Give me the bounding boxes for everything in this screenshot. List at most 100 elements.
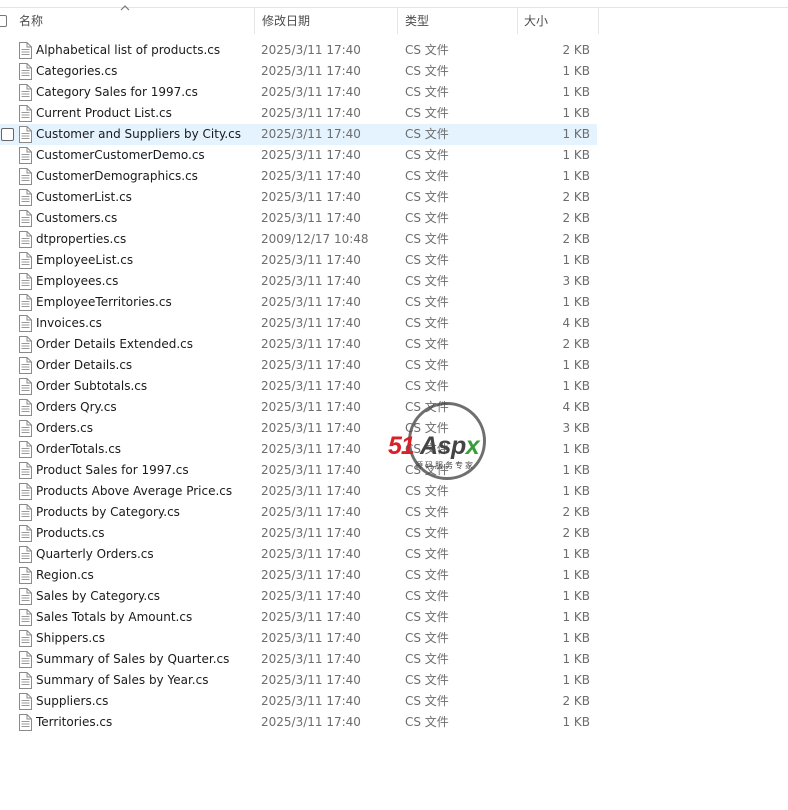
- file-row[interactable]: Region.cs 2025/3/11 17:40 CS 文件 1 KB: [0, 565, 597, 586]
- column-resize-handle[interactable]: [397, 8, 398, 34]
- cs-file-icon: [18, 189, 32, 206]
- file-row[interactable]: Customers.cs 2025/3/11 17:40 CS 文件 2 KB: [0, 208, 597, 229]
- file-row[interactable]: Invoices.cs 2025/3/11 17:40 CS 文件 4 KB: [0, 313, 597, 334]
- file-size: 1 KB: [562, 484, 590, 498]
- file-name: Product Sales for 1997.cs: [36, 463, 189, 477]
- file-row[interactable]: Quarterly Orders.cs 2025/3/11 17:40 CS 文件 1…: [0, 544, 597, 565]
- file-name: CustomerCustomerDemo.cs: [36, 148, 205, 162]
- file-name: Suppliers.cs: [36, 694, 109, 708]
- file-row[interactable]: Shippers.cs 2025/3/11 17:40 CS 文件 1 KB: [0, 628, 597, 649]
- column-header-date[interactable]: 修改日期: [256, 8, 398, 34]
- file-type: CS 文件: [405, 295, 449, 309]
- file-name: Products.cs: [36, 526, 105, 540]
- file-type: CS 文件: [405, 610, 449, 624]
- file-type: CS 文件: [405, 253, 449, 267]
- file-type: CS 文件: [405, 568, 449, 582]
- file-row[interactable]: Products Above Average Price.cs 2025/3/11…: [0, 481, 597, 502]
- file-type: CS 文件: [405, 127, 449, 141]
- file-row[interactable]: EmployeeTerritories.cs 2025/3/11 17:40 CS …: [0, 292, 597, 313]
- file-size: 2 KB: [562, 526, 590, 540]
- column-resize-handle[interactable]: [254, 8, 255, 34]
- file-row[interactable]: OrderTotals.cs 2025/3/11 17:40 CS 文件 1 KB: [0, 439, 597, 460]
- file-modified-date: 2025/3/11 17:40: [261, 85, 361, 99]
- file-size: 1 KB: [562, 652, 590, 666]
- file-row[interactable]: Products by Category.cs 2025/3/11 17:40 CS…: [0, 502, 597, 523]
- file-name: CustomerList.cs: [36, 190, 132, 204]
- file-row[interactable]: Category Sales for 1997.cs 2025/3/11 17:4…: [0, 82, 597, 103]
- file-row[interactable]: Alphabetical list of products.cs 2025/3/1…: [0, 40, 597, 61]
- column-resize-handle[interactable]: [517, 8, 518, 34]
- cs-file-icon: [18, 672, 32, 689]
- file-row[interactable]: EmployeeList.cs 2025/3/11 17:40 CS 文件 1 KB: [0, 250, 597, 271]
- file-size: 2 KB: [562, 505, 590, 519]
- file-type: CS 文件: [405, 85, 449, 99]
- column-resize-handle[interactable]: [598, 8, 599, 34]
- file-row[interactable]: Suppliers.cs 2025/3/11 17:40 CS 文件 2 KB: [0, 691, 597, 712]
- file-type: CS 文件: [405, 547, 449, 561]
- column-header-size[interactable]: 大小: [519, 8, 599, 34]
- file-row[interactable]: CustomerCustomerDemo.cs 2025/3/11 17:40 CS…: [0, 145, 597, 166]
- column-header-name[interactable]: 名称: [0, 5, 255, 34]
- file-row[interactable]: Summary of Sales by Year.cs 2025/3/11 17:…: [0, 670, 597, 691]
- file-row[interactable]: Order Details Extended.cs 2025/3/11 17:40…: [0, 334, 597, 355]
- file-row[interactable]: Customer and Suppliers by City.cs 2025/3/…: [0, 124, 597, 145]
- file-type: CS 文件: [405, 715, 449, 729]
- file-modified-date: 2025/3/11 17:40: [261, 589, 361, 603]
- file-type: CS 文件: [405, 358, 449, 372]
- file-row[interactable]: Current Product List.cs 2025/3/11 17:40 CS…: [0, 103, 597, 124]
- file-modified-date: 2025/3/11 17:40: [261, 673, 361, 687]
- file-size: 1 KB: [562, 463, 590, 477]
- file-size: 1 KB: [562, 64, 590, 78]
- file-row[interactable]: Orders Qry.cs 2025/3/11 17:40 CS 文件 4 KB: [0, 397, 597, 418]
- file-row[interactable]: Employees.cs 2025/3/11 17:40 CS 文件 3 KB: [0, 271, 597, 292]
- file-modified-date: 2025/3/11 17:40: [261, 379, 361, 393]
- file-row[interactable]: Products.cs 2025/3/11 17:40 CS 文件 2 KB: [0, 523, 597, 544]
- cs-file-icon: [18, 420, 32, 437]
- file-modified-date: 2025/3/11 17:40: [261, 106, 361, 120]
- file-name: Shippers.cs: [36, 631, 106, 645]
- file-modified-date: 2025/3/11 17:40: [261, 505, 361, 519]
- cs-file-icon: [18, 546, 32, 563]
- file-row[interactable]: dtproperties.cs 2009/12/17 10:48 CS 文件 2 KB: [0, 229, 597, 250]
- column-header-type[interactable]: 类型: [399, 8, 518, 34]
- file-modified-date: 2025/3/11 17:40: [261, 295, 361, 309]
- file-name: Alphabetical list of products.cs: [36, 43, 221, 57]
- file-type: CS 文件: [405, 379, 449, 393]
- file-type: CS 文件: [405, 526, 449, 540]
- file-type: CS 文件: [405, 337, 449, 351]
- file-type: CS 文件: [405, 505, 449, 519]
- file-size: 1 KB: [562, 673, 590, 687]
- file-row[interactable]: Categories.cs 2025/3/11 17:40 CS 文件 1 KB: [0, 61, 597, 82]
- column-header-size-label: 大小: [524, 14, 549, 28]
- file-size: 1 KB: [562, 379, 590, 393]
- file-row[interactable]: Order Details.cs 2025/3/11 17:40 CS 文件 1 KB: [0, 355, 597, 376]
- file-name: Summary of Sales by Year.cs: [36, 673, 209, 687]
- file-type: CS 文件: [405, 232, 449, 246]
- file-name: Products by Category.cs: [36, 505, 180, 519]
- file-modified-date: 2025/3/11 17:40: [261, 358, 361, 372]
- file-modified-date: 2025/3/11 17:40: [261, 547, 361, 561]
- file-row[interactable]: Product Sales for 1997.cs 2025/3/11 17:40…: [0, 460, 597, 481]
- file-modified-date: 2025/3/11 17:40: [261, 421, 361, 435]
- cs-file-icon: [18, 441, 32, 458]
- file-type: CS 文件: [405, 316, 449, 330]
- file-modified-date: 2025/3/11 17:40: [261, 169, 361, 183]
- cs-file-icon: [18, 483, 32, 500]
- file-row[interactable]: Summary of Sales by Quarter.cs 2025/3/11 …: [0, 649, 597, 670]
- file-name: Current Product List.cs: [36, 106, 172, 120]
- file-row[interactable]: Sales Totals by Amount.cs 2025/3/11 17:40…: [0, 607, 597, 628]
- file-modified-date: 2025/3/11 17:40: [261, 463, 361, 477]
- file-row[interactable]: Territories.cs 2025/3/11 17:40 CS 文件 1 KB: [0, 712, 597, 733]
- file-row[interactable]: CustomerDemographics.cs 2025/3/11 17:40 CS…: [0, 166, 597, 187]
- file-row[interactable]: Order Subtotals.cs 2025/3/11 17:40 CS 文件 1 …: [0, 376, 597, 397]
- row-checkbox[interactable]: [1, 128, 14, 141]
- cs-file-icon: [18, 693, 32, 710]
- file-size: 1 KB: [562, 631, 590, 645]
- file-row[interactable]: Sales by Category.cs 2025/3/11 17:40 CS 文件…: [0, 586, 597, 607]
- file-name: Invoices.cs: [36, 316, 102, 330]
- file-size: 2 KB: [562, 232, 590, 246]
- file-modified-date: 2025/3/11 17:40: [261, 211, 361, 225]
- file-row[interactable]: Orders.cs 2025/3/11 17:40 CS 文件 3 KB: [0, 418, 597, 439]
- file-name: EmployeeTerritories.cs: [36, 295, 172, 309]
- file-row[interactable]: CustomerList.cs 2025/3/11 17:40 CS 文件 2 KB: [0, 187, 597, 208]
